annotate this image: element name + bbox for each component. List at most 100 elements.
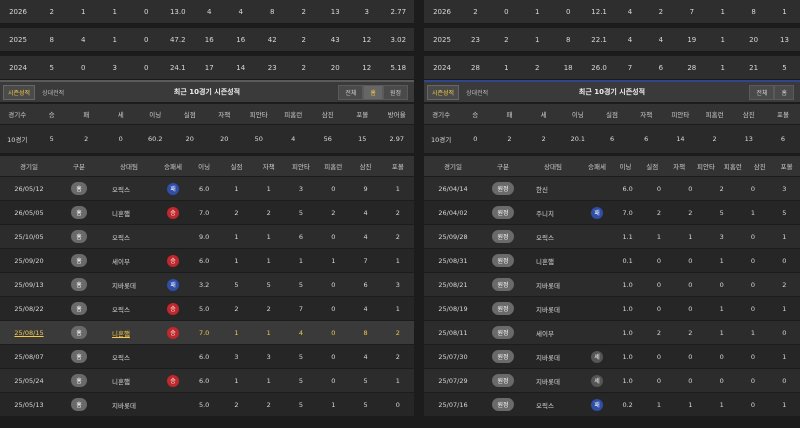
game-date[interactable]: 26/04/14 [424,185,482,193]
decision-badge: 승 [167,206,179,219]
home-away-cell: 홈 [58,206,100,219]
gamelog-row[interactable]: 25/05/24 홈 니혼햄 승 6.0 1 1 5 0 5 1 [0,369,414,393]
gamelog-row[interactable]: 25/09/20 홈 세이부 승 6.0 1 1 1 1 7 1 [0,249,414,273]
game-date[interactable]: 25/08/21 [424,281,482,289]
opponent-team[interactable]: 니혼햄 [100,328,158,338]
opponent-team[interactable]: 지바롯데 [100,400,158,410]
tab-head-to-head[interactable]: 상대전적 [38,86,68,99]
game-date[interactable]: 25/08/15 [0,329,58,337]
game-date[interactable]: 25/07/30 [424,353,482,361]
home-away-cell: 홈 [58,302,100,315]
gamelog-row[interactable]: 25/08/15 홈 니혼햄 승 7.0 1 1 4 0 8 2 [0,321,414,345]
game-stat: 6.0 [198,256,210,265]
game-stat: 2 [234,304,239,313]
summary-col-header: 삼진 [742,111,755,119]
gamelog-row[interactable]: 25/08/19 원정 지바롯데 1.0 0 0 1 0 1 [424,297,800,321]
opponent-team[interactable]: 지바롯데 [524,304,582,314]
game-date[interactable]: 26/05/05 [0,209,58,217]
game-date[interactable]: 25/08/07 [0,353,58,361]
filter-all-button[interactable]: 전체 [749,84,775,100]
opponent-team[interactable]: 주니치 [524,208,582,218]
gamelog-row[interactable]: 25/07/29 원정 지바롯데 세 1.0 0 0 0 0 0 [424,369,800,393]
gamelog-row[interactable]: 25/07/30 원정 지바롯데 세 1.0 0 0 0 0 1 [424,345,800,369]
game-date[interactable]: 25/07/29 [424,377,482,385]
opponent-team[interactable]: 오릭스 [100,232,158,242]
home-away-badge: 원정 [492,350,514,363]
game-stat: 1 [234,376,239,385]
game-date[interactable]: 25/09/13 [0,281,58,289]
game-date[interactable]: 25/09/20 [0,257,58,265]
gamelog-row[interactable]: 25/09/13 홈 지바롯데 패 3.2 5 5 5 0 6 3 [0,273,414,297]
filter-home-button[interactable]: 홈 [774,84,794,100]
filter-home-button[interactable]: 홈 [363,84,383,100]
game-stat: 0 [331,184,336,193]
gamelog-row[interactable]: 25/10/05 홈 오릭스 9.0 1 1 6 0 4 2 [0,225,414,249]
game-stat: 7 [298,304,304,313]
opponent-team[interactable]: 세이부 [100,256,158,266]
game-date[interactable]: 25/08/31 [424,257,482,265]
opponent-team[interactable]: 오릭스 [100,352,158,362]
opponent-team[interactable]: 지바롯데 [524,280,582,290]
opponent-team[interactable]: 지바롯데 [524,376,582,386]
season-stat: 13 [330,7,340,16]
opponent-team[interactable]: 한신 [524,184,582,194]
gamelog-row[interactable]: 26/04/14 원정 한신 6.0 0 0 2 0 3 [424,177,800,201]
opponent-team[interactable]: 세이부 [524,328,582,338]
gamelog-row[interactable]: 25/05/13 홈 지바롯데 5.0 2 2 5 1 5 0 [0,393,414,417]
decision-cell: 패 [582,398,612,411]
game-date[interactable]: 26/04/02 [424,209,482,217]
summary-value: 20.1 [570,135,586,143]
season-stat: 1 [112,7,117,16]
game-date[interactable]: 25/05/24 [0,377,58,385]
filter-away-button[interactable]: 원정 [382,84,408,100]
gamelog-row[interactable]: 25/08/22 홈 오릭스 승 5.0 2 2 7 0 4 1 [0,297,414,321]
game-stat: 0 [656,184,662,193]
gamelog-row[interactable]: 26/04/02 원정 주니치 패 7.0 2 2 5 1 5 [424,201,800,225]
gamelog-row[interactable]: 26/05/05 홈 니혼햄 승 7.0 2 2 5 2 4 2 [0,201,414,225]
game-date[interactable]: 25/05/13 [0,401,58,409]
tab-season-stats[interactable]: 시즌성적 [3,84,36,100]
decision-badge: 패 [591,206,603,219]
gamelog-row[interactable]: 25/08/21 원정 지바롯데 1.0 0 0 0 0 2 [424,273,800,297]
summary-value: 6 [644,135,649,143]
game-stat: 0 [782,328,787,337]
gamelog-row[interactable]: 26/05/12 홈 오릭스 패 6.0 1 1 3 0 9 1 [0,177,414,201]
opponent-team[interactable]: 지바롯데 [524,352,582,362]
game-date[interactable]: 25/08/11 [424,329,482,337]
opponent-team[interactable]: 니혼햄 [100,208,158,218]
summary-value: 15 [358,135,367,143]
game-date[interactable]: 25/08/22 [0,305,58,313]
gamelog-row[interactable]: 25/09/28 원정 오릭스 1.1 1 1 3 0 1 [424,225,800,249]
opponent-team[interactable]: 니혼햄 [100,376,158,386]
game-stat: 3 [234,352,239,361]
opponent-team[interactable]: 니혼햄 [524,256,582,266]
game-date[interactable]: 25/09/28 [424,233,482,241]
game-stat: 0 [656,256,662,265]
gamelog-row[interactable]: 25/07/16 원정 오릭스 패 0.2 1 1 1 0 1 [424,393,800,417]
game-stat: 3 [782,184,787,193]
opponent-team[interactable]: 오릭스 [100,184,158,194]
game-stat: 2 [688,208,693,217]
opponent-team[interactable]: 지바롯데 [100,280,158,290]
summary-col-header: 피안타 [249,111,268,119]
game-stat: 0 [750,400,756,409]
opponent-team[interactable]: 오릭스 [100,304,158,314]
opponent-team[interactable]: 오릭스 [524,232,582,242]
game-date[interactable]: 25/08/19 [424,305,482,313]
filter-all-button[interactable]: 전체 [338,84,364,100]
game-date[interactable]: 25/10/05 [0,233,58,241]
summary-value: 10경기 [7,136,28,144]
tab-season-stats[interactable]: 시즌성적 [427,84,460,100]
game-date[interactable]: 26/05/12 [0,185,58,193]
game-stat: 5 [363,376,368,385]
gamelog-row[interactable]: 25/08/11 원정 세이부 1.0 2 2 1 1 0 [424,321,800,345]
gamelog-row[interactable]: 25/08/31 원정 니혼햄 0.1 0 0 1 0 0 [424,249,800,273]
opponent-team[interactable]: 오릭스 [524,400,582,410]
game-stat: 0 [750,184,756,193]
season-stat: 0 [144,7,149,16]
game-stat: 3 [719,232,724,241]
season-stat: 47.2 [169,35,186,44]
gamelog-row[interactable]: 25/08/07 홈 오릭스 6.0 3 3 5 0 4 2 [0,345,414,369]
game-date[interactable]: 25/07/16 [424,401,482,409]
tab-head-to-head[interactable]: 상대전적 [462,86,492,99]
